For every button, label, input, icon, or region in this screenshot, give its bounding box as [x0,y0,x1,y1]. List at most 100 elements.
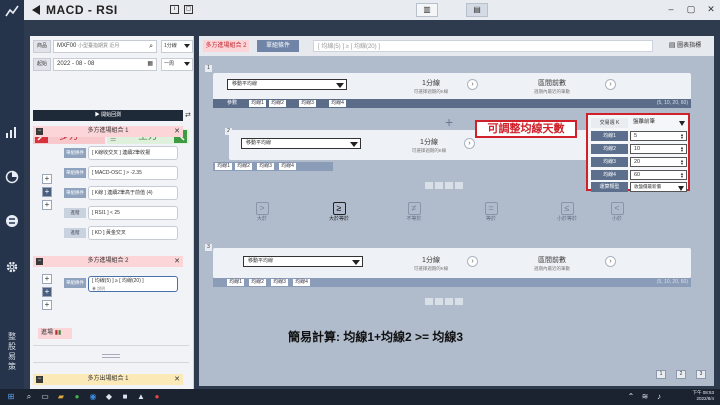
add-condition-icon[interactable]: + [42,174,52,184]
operator-gte[interactable]: ≥ 大於等於 [324,202,354,222]
strategy-icon[interactable] [5,214,19,228]
minimize-button[interactable]: – [664,2,678,16]
app-icon[interactable]: ▲ [136,392,146,402]
exit-group-header[interactable]: − 多方出場組合 1 ✕ [33,374,183,385]
range-arrow-icon[interactable]: › [605,256,616,267]
add-condition-icon[interactable]: + [42,274,52,284]
stepper-icon[interactable]: ▲ ▼ [680,172,684,179]
copy-icon[interactable]: ▢ [184,5,193,14]
close-icon[interactable]: ✕ [174,256,180,267]
param-input[interactable]: 5 ▲ ▼ [630,131,687,141]
chip-ma3[interactable]: 均線3 [257,163,274,170]
network-icon[interactable]: ⌃ [626,392,636,402]
param-input[interactable]: 10 ▲ ▼ [630,144,687,154]
chip-ma3[interactable]: 均線3 [299,100,316,107]
bar-chart-icon[interactable] [5,125,19,139]
chip-ma3[interactable]: 均線3 [271,279,288,286]
period-arrow-icon[interactable]: › [467,256,478,267]
symbol-field[interactable]: MXF00 小型臺指期貨 近月 ⌕ [53,40,157,53]
chip-ma1[interactable]: 均線1 [215,163,232,170]
operator-eq[interactable]: = 等於 [476,202,506,222]
period-arrow-icon[interactable]: › [464,138,475,149]
task-view-icon[interactable]: ▭ [40,392,50,402]
collapse-icon[interactable]: − [36,376,43,383]
run-backtest-button[interactable]: ▶ 開始回測 [33,110,183,121]
calc-type-select[interactable]: 收盤價最新價 [630,182,687,192]
page-3-button[interactable]: 3 [696,370,706,379]
close-icon[interactable]: ✕ [174,126,180,137]
chip-ma4[interactable]: 均線4 [279,163,296,170]
app-icon[interactable]: ● [152,392,162,402]
tab-entry-group-2[interactable]: 多方進場組合 2 [203,40,249,52]
period-arrow-icon[interactable]: › [467,79,478,90]
entry-tag[interactable]: 進場 ▮▮ [38,328,72,339]
condition-row[interactable]: 進階 [ RSI1 ] < 25 [64,206,182,220]
collapse-icon[interactable]: − [36,128,43,135]
pie-chart-icon[interactable] [5,170,19,184]
swap-icon[interactable]: ⇄ [185,110,193,121]
add-condition-icon[interactable]: + [42,300,52,310]
maximize-button[interactable]: ▢ [684,2,698,16]
condition-row-selected[interactable]: 單組條件 [ 均線(5) ] ≥ [ 均線(20) ] ◉ 說明 [64,276,182,292]
chip-ma2[interactable]: 均線2 [249,279,266,286]
param-input[interactable]: 20 ▲ ▼ [630,157,687,167]
chip-ma1[interactable]: 均線1 [227,279,244,286]
range-select[interactable]: 一周 [161,58,193,71]
operator-neq[interactable]: ≠ 不等於 [399,202,429,222]
back-arrow-icon[interactable] [32,5,40,15]
chip-ma2[interactable]: 均線2 [235,163,252,170]
wifi-icon[interactable]: ≋ [640,392,650,402]
condition-row[interactable]: 進階 [ KD ] 黃金交叉 [64,226,182,240]
group1-header[interactable]: − 多方進場組合 1 ✕ [33,126,183,137]
operator-gt[interactable]: > 大於 [247,202,277,222]
period-select[interactable]: 1分線 [161,40,193,53]
system-clock[interactable]: 下午 08:53 2022/8/4 [692,390,714,402]
volume-icon[interactable]: ♪ [654,392,664,402]
operator-lt[interactable]: < 小於 [602,202,632,222]
tab-single-condition[interactable]: 單組條件 [257,40,299,52]
page-1-button[interactable]: 1 [656,370,666,379]
plus-icon[interactable]: + [445,114,453,130]
add-condition-icon[interactable]: + [42,287,52,297]
condition-row[interactable]: 單組條件 [ K線 ] 連續2筆高于前值 (4) [64,186,182,200]
condition-row[interactable]: 單組條件 [ MACD-OSC ] > -2.35 [64,166,182,180]
collapse-icon[interactable]: − [36,258,43,265]
folder-icon[interactable]: ▰ [56,392,66,402]
app-icon[interactable]: ◆ [104,392,114,402]
close-icon[interactable]: ✕ [174,374,180,385]
indicator-select[interactable]: 移動平均線 [243,256,363,267]
date-field[interactable]: 2022 - 08 - 08 ▦ [53,58,157,71]
page-2-button[interactable]: 2 [676,370,686,379]
windows-start-icon[interactable]: ⊞ [6,392,16,402]
chip-ma2[interactable]: 均線2 [269,100,286,107]
gear-icon[interactable] [5,260,19,274]
info-icon[interactable]: i [170,5,179,14]
stepper-icon[interactable]: ▲ ▼ [680,133,684,140]
chart-indicator-button[interactable]: ▤ 圖表指標 [661,40,709,52]
popup-header-select[interactable]: 盤離前筆 [630,118,687,128]
group2-header[interactable]: − 多方進場組合 2 ✕ [33,256,183,267]
operator-lte[interactable]: ≤ 小於等於 [552,202,582,222]
stepper-icon[interactable]: ▲ ▼ [680,146,684,153]
tab-chart[interactable]: ▥ [416,3,438,17]
search-icon[interactable]: ⌕ [24,392,34,402]
chip-ma1[interactable]: 均線1 [249,100,266,107]
stepper-icon[interactable]: ▲ ▼ [680,159,684,166]
chat-icon[interactable]: ● [72,392,82,402]
chip-ma4[interactable]: 均線4 [329,100,346,107]
add-condition-icon[interactable]: + [42,200,52,210]
add-condition-icon[interactable]: + [42,187,52,197]
calendar-icon[interactable]: ▦ [147,59,153,70]
param-input[interactable]: 60 ▲ ▼ [630,170,687,180]
logo-icon[interactable] [5,4,19,18]
drag-handle[interactable] [102,354,120,358]
app-icon[interactable]: ■ [120,392,130,402]
tab-list[interactable]: ▤ [466,3,488,17]
indicator-select[interactable]: 移動平均線 [227,79,347,90]
formula-field[interactable]: [ 均線(5) ] ≥ [ 均線(20) ] [313,40,653,52]
range-arrow-icon[interactable]: › [605,79,616,90]
close-button[interactable]: ✕ [704,2,718,16]
indicator-select[interactable]: 移動平均線 [241,138,361,149]
condition-row[interactable]: 單組條件 [ K線收交叉 ] 連續2筆收揚 [64,146,182,160]
chip-ma4[interactable]: 均線4 [293,279,310,286]
